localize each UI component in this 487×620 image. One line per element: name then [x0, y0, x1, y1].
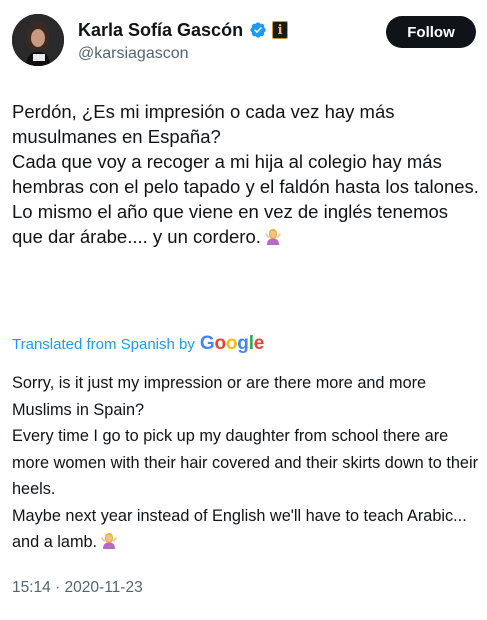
tweet-line: Lo mismo el año que viene en vez de ingl…	[12, 199, 482, 249]
translated-from-label[interactable]: Translated from Spanish by	[12, 336, 195, 353]
author-name-row: Karla Sofía Gascón i	[78, 18, 289, 42]
follow-button[interactable]: Follow	[386, 16, 476, 48]
translated-from-row[interactable]: Translated from Spanish by Google	[12, 330, 264, 358]
woman-shrugging-icon	[101, 533, 118, 549]
translated-line-text: Maybe next year instead of English we'll…	[12, 506, 467, 552]
avatar-photo	[12, 14, 64, 66]
tweet-line-text: Lo mismo el año que viene en vez de ingl…	[12, 201, 449, 247]
affiliate-badge[interactable]: i	[272, 21, 289, 39]
tweet-line: Cada que voy a recoger a mi hija al cole…	[12, 151, 479, 197]
author-name[interactable]: Karla Sofía Gascón	[78, 19, 243, 41]
translated-text: Sorry, is it just my impression or are t…	[12, 370, 482, 556]
translated-line: Maybe next year instead of English we'll…	[12, 503, 482, 556]
google-logo: Google	[199, 333, 265, 354]
avatar[interactable]	[12, 14, 64, 66]
woman-shrugging-icon	[264, 229, 281, 245]
tweet-line: Perdón, ¿Es mi impresión o cada vez hay …	[12, 101, 395, 147]
tweet-header: Karla Sofía Gascón i @karsiagascon Follo…	[0, 0, 487, 76]
author-handle[interactable]: @karsiagascon	[78, 45, 189, 63]
verified-badge-icon[interactable]	[249, 21, 267, 39]
tweet-text: Perdón, ¿Es mi impresión o cada vez hay …	[12, 99, 482, 249]
tweet-timestamp[interactable]: 15:14 · 2020-11-23	[12, 579, 143, 597]
translated-line: Sorry, is it just my impression or are t…	[12, 374, 427, 419]
translated-line: Every time I go to pick up my daughter f…	[12, 427, 479, 498]
